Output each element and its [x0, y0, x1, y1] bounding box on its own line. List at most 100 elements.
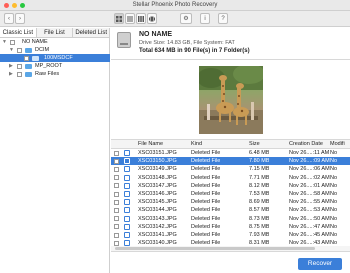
tree-item-100msdcf[interactable]: 100MSDCF	[0, 54, 110, 62]
cover-flow-view-button[interactable]	[147, 13, 157, 24]
kind-cell: Deleted File	[191, 166, 221, 173]
folder-icon	[25, 71, 32, 77]
column-header-kind[interactable]: Kind	[191, 140, 202, 149]
file-name-cell: XSC03144.JPG	[138, 207, 177, 214]
tab-file-list[interactable]: File List	[36, 28, 74, 37]
kind-cell: Deleted File	[191, 232, 221, 238]
folder-icon	[25, 63, 32, 69]
table-row[interactable]: XSC03148.JPG Deleted File 7.71 MB Nov 26...…	[111, 174, 350, 182]
info-button[interactable]: i	[200, 13, 210, 24]
image-file-icon	[124, 232, 130, 238]
tree-checkbox[interactable]	[17, 63, 22, 69]
drive-total-info: Total 634 MB in 90 File(s) in 7 Folder(s…	[139, 48, 250, 54]
row-checkbox[interactable]	[114, 199, 119, 205]
file-name-cell: XSC03150.JPG	[138, 158, 177, 165]
toolbar: ‹ › ⚙ i ?	[0, 11, 350, 27]
image-file-icon	[124, 158, 130, 165]
list-view-button[interactable]	[125, 13, 135, 24]
image-file-icon	[124, 215, 130, 222]
tree-item-raw-files[interactable]: ▶ Raw Files	[0, 70, 110, 78]
scrollbar-thumb[interactable]	[115, 247, 315, 250]
disclosure-collapsed-icon[interactable]: ▶	[9, 62, 13, 70]
settings-button[interactable]: ⚙	[180, 13, 192, 24]
tree-checkbox[interactable]	[24, 55, 29, 61]
tree-checkbox[interactable]	[17, 71, 22, 77]
info-icon: i	[204, 15, 206, 22]
creation-date-cell: Nov 26....:55 AM	[289, 199, 330, 206]
row-checkbox[interactable]	[114, 232, 119, 238]
table-row[interactable]: XSC03146.JPG Deleted File 7.53 MB Nov 26...…	[111, 190, 350, 198]
modified-cell: No	[330, 191, 338, 197]
tree-item-mp-root[interactable]: ▶ MP_ROOT	[0, 62, 110, 70]
back-button[interactable]: ‹	[4, 13, 14, 24]
row-checkbox[interactable]	[114, 175, 119, 181]
row-checkbox[interactable]	[114, 191, 119, 197]
creation-date-cell: Nov 26....:11 AM	[289, 150, 330, 156]
row-checkbox[interactable]	[114, 207, 119, 213]
recover-button[interactable]: Recover	[298, 258, 342, 270]
modified-cell: No	[330, 232, 338, 238]
tree-checkbox[interactable]	[10, 39, 15, 45]
help-button[interactable]: ?	[218, 13, 228, 24]
size-cell: 7.93 MB	[249, 232, 270, 238]
file-name-cell: XSC03148.JPG	[138, 174, 177, 181]
folder-icon	[32, 55, 39, 61]
folder-tree: ▼ NO NAME ▼ DCIM 100MSDCF ▶ MP_ROOT ▶ Ra…	[0, 38, 110, 273]
table-row[interactable]: XSC03143.JPG Deleted File 8.73 MB Nov 26...…	[111, 215, 350, 223]
row-checkbox[interactable]	[114, 216, 119, 222]
column-header-size[interactable]: Size	[249, 140, 260, 149]
kind-cell: Deleted File	[191, 223, 221, 230]
thumbnail-view-button[interactable]	[114, 13, 124, 24]
table-row[interactable]: XSC03149.JPG Deleted File 7.15 MB Nov 26...…	[111, 165, 350, 173]
disclosure-collapsed-icon[interactable]: ▶	[9, 70, 13, 78]
column-header-file-name[interactable]: File Name	[138, 140, 163, 149]
image-file-icon	[124, 207, 130, 214]
tree-item-label: DCIM	[35, 47, 50, 53]
disclosure-expanded-icon[interactable]: ▼	[9, 46, 14, 54]
row-checkbox[interactable]	[114, 166, 119, 172]
modified-cell: No	[330, 174, 338, 181]
tree-checkbox[interactable]	[17, 47, 22, 53]
folder-icon	[25, 47, 32, 53]
table-row[interactable]: XSC03142.JPG Deleted File 8.75 MB Nov 26...…	[111, 223, 350, 231]
tree-item-no-name[interactable]: ▼ NO NAME	[0, 38, 110, 46]
column-header-modified[interactable]: Modifi	[330, 140, 345, 149]
row-checkbox[interactable]	[114, 183, 119, 189]
row-checkbox[interactable]	[114, 150, 119, 156]
kind-cell: Deleted File	[191, 182, 221, 189]
modified-cell: No	[330, 158, 338, 165]
forward-button[interactable]: ›	[15, 13, 25, 24]
table-row[interactable]: XSC03144.JPG Deleted File 8.57 MB Nov 26...…	[111, 206, 350, 214]
row-checkbox[interactable]	[114, 240, 119, 246]
image-file-icon	[124, 174, 130, 181]
size-cell: 7.15 MB	[249, 166, 270, 173]
table-row[interactable]: XSC03141.JPG Deleted File 7.93 MB Nov 26...…	[111, 231, 350, 239]
table-row[interactable]: XSC03150.JPG Deleted File 7.80 MB Nov 26...…	[111, 157, 350, 166]
grid-header: File Name Kind Size Creation Date Modifi	[111, 140, 350, 149]
column-view-icon	[138, 15, 144, 22]
thumbnail-view-icon	[116, 15, 122, 22]
table-row[interactable]: XSC03151.JPG Deleted File 6.48 MB Nov 26...…	[111, 149, 350, 157]
modified-cell: No	[330, 199, 338, 206]
drive-icon	[117, 32, 131, 48]
row-checkbox[interactable]	[114, 158, 119, 164]
size-cell: 8.57 MB	[249, 207, 270, 214]
preview-pane	[111, 60, 350, 140]
tab-classic-list[interactable]: Classic List	[0, 28, 37, 37]
row-checkbox[interactable]	[114, 224, 119, 230]
giraffes-photo-illustration	[199, 66, 263, 134]
modified-cell: No	[330, 150, 338, 156]
kind-cell: Deleted File	[191, 207, 221, 214]
file-name-cell: XSC03149.JPG	[138, 166, 177, 173]
size-cell: 8.73 MB	[249, 215, 270, 222]
disclosure-expanded-icon[interactable]: ▼	[2, 38, 7, 46]
table-row[interactable]: XSC03145.JPG Deleted File 8.69 MB Nov 26...…	[111, 198, 350, 206]
file-grid: File Name Kind Size Creation Date Modifi…	[111, 140, 350, 251]
tab-deleted-list[interactable]: Deleted List	[73, 28, 111, 37]
tree-item-dcim[interactable]: ▼ DCIM	[0, 46, 110, 54]
size-cell: 8.75 MB	[249, 223, 270, 230]
table-row[interactable]: XSC03147.JPG Deleted File 8.12 MB Nov 26...…	[111, 182, 350, 190]
column-view-button[interactable]	[136, 13, 146, 24]
column-header-creation-date[interactable]: Creation Date	[289, 140, 323, 149]
file-name-cell: XSC03145.JPG	[138, 199, 177, 206]
